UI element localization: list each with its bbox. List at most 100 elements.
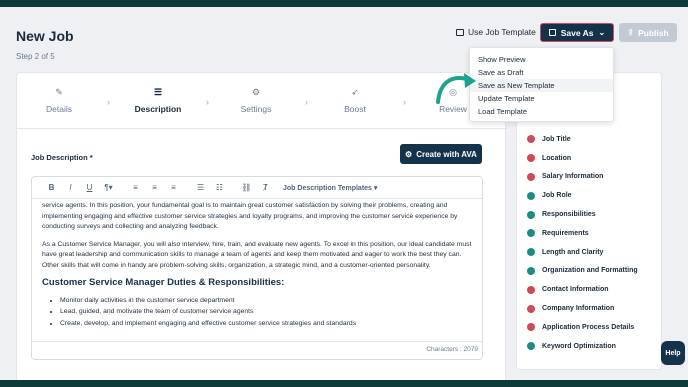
step-label-settings: Settings [240, 104, 272, 114]
status-dot [527, 266, 535, 275]
page-title: New Job [16, 28, 74, 44]
list-item: Lead, guided, and motivate the team of c… [60, 307, 476, 318]
publish-label: Publish [638, 27, 669, 38]
ai-icon: ⚙ [405, 149, 413, 159]
menu-item-load-template[interactable]: Load Template [470, 105, 613, 118]
save-as-button[interactable]: Save As ⌄ [540, 23, 614, 42]
rocket-icon: ➶ [351, 87, 359, 97]
checklist-item: Responsibilities [527, 205, 638, 224]
status-dot [527, 285, 535, 294]
bottom-bar [0, 380, 688, 387]
list-item: Create, develop, and implement engaging … [60, 319, 476, 330]
align-left-icon[interactable]: ≡ [126, 183, 145, 192]
checklist-item: Organization and Formatting [527, 262, 638, 281]
checklist-item: Location [527, 149, 638, 168]
pointer-arrow-icon [436, 73, 476, 104]
checklist-label: Application Process Details [542, 323, 635, 331]
checklist-label: Responsibilities [542, 211, 596, 219]
checklist-item: Application Process Details [527, 318, 638, 337]
step-details[interactable]: ✎ Details [19, 87, 99, 114]
status-dot [527, 248, 535, 257]
bold-icon[interactable]: B [42, 183, 61, 192]
menu-item-save-as-draft[interactable]: Save as Draft [470, 66, 613, 79]
align-right-icon[interactable]: ≡ [164, 183, 183, 192]
clear-format-icon[interactable]: Ⱦ [256, 183, 275, 192]
step-indicator: Step 2 of 5 [16, 52, 55, 61]
rich-text-editor[interactable]: B I U ¶▾ ≡ ≡ ≡ ☰ ☷ ⛓ Ⱦ Job Description T… [31, 176, 483, 360]
step-label-boost: Boost [344, 104, 366, 114]
step-boost[interactable]: ➶ Boost [315, 87, 395, 114]
checklist-label: Salary Information [542, 173, 604, 181]
menu-item-save-as-new-template[interactable]: Save as New Template [470, 79, 613, 92]
character-count: Characters : 2079 [426, 346, 478, 353]
chevron-right-icon: › [107, 97, 110, 107]
ava-label: Create with AVA [416, 149, 477, 159]
checklist-item: Requirements [527, 224, 638, 243]
checklist-label: Job Role [542, 192, 572, 200]
checklist-label: Requirements [542, 229, 589, 237]
checklist-label: Location [542, 154, 572, 162]
create-with-ava-button[interactable]: ⚙ Create with AVA [400, 144, 482, 164]
checklist-item: Job Title [527, 130, 638, 149]
section-heading: Customer Service Manager Duties & Respon… [42, 277, 285, 288]
checklist-item: Company Information [527, 299, 638, 318]
template-icon [456, 28, 464, 36]
list-icon: ☰ [153, 87, 163, 97]
bullet-list-icon[interactable]: ☰ [191, 183, 210, 192]
save-as-dropdown-menu: Show Preview Save as Draft Save as New T… [469, 47, 614, 122]
checklist-item: Contact Information [527, 280, 638, 299]
save-as-label: Save As [560, 27, 594, 38]
italic-icon[interactable]: I [61, 183, 80, 192]
use-job-template-button[interactable]: Use Job Template [456, 27, 536, 37]
job-description-label: Job Description * [31, 153, 93, 162]
editor-content[interactable]: service agents. In this position, your f… [42, 201, 476, 341]
checklist-label: Keyword Optimization [542, 342, 616, 350]
underline-icon[interactable]: U [80, 183, 99, 192]
status-dot [527, 229, 535, 238]
checklist-item: Salary Information [527, 168, 638, 187]
chevron-right-icon: › [403, 97, 406, 107]
status-dot [527, 342, 535, 351]
numbered-list-icon[interactable]: ☷ [210, 183, 229, 192]
paragraph-icon[interactable]: ¶▾ [99, 183, 118, 192]
job-description-templates-dropdown[interactable]: Job Description Templates ▾ [283, 184, 377, 192]
step-settings[interactable]: ⚙ Settings [216, 87, 296, 114]
status-dot [527, 135, 535, 144]
gear-icon: ⚙ [251, 87, 261, 97]
help-button[interactable]: Help [661, 341, 685, 365]
job-form-card: ✎ Details › ☰ Description › ⚙ Settings ›… [16, 72, 507, 387]
menu-item-show-preview[interactable]: Show Preview [470, 53, 613, 66]
publish-button[interactable]: ⇪ Publish [619, 23, 677, 42]
editor-footer: Characters : 2079 [32, 341, 482, 359]
checklist-label: Length and Clarity [542, 248, 604, 256]
editor-toolbar: B I U ¶▾ ≡ ≡ ≡ ☰ ☷ ⛓ Ⱦ Job Description T… [32, 177, 482, 199]
step-label-details: Details [46, 104, 72, 114]
chevron-down-icon: ⌄ [598, 28, 606, 37]
templates-label: Job Description Templates [283, 184, 372, 192]
status-dot [527, 304, 535, 313]
checklist-item: Keyword Optimization [527, 337, 638, 356]
checklist-label: Company Information [542, 305, 615, 313]
checklist-item: Length and Clarity [527, 243, 638, 262]
checklist-label: Contact Information [542, 286, 609, 294]
pencil-icon: ✎ [55, 87, 63, 97]
upload-icon: ⇪ [627, 28, 634, 37]
paragraph: As a Customer Service Manager, you will … [42, 240, 472, 269]
save-icon [548, 29, 556, 36]
menu-item-update-template[interactable]: Update Template [470, 92, 613, 105]
step-description[interactable]: ☰ Description [118, 87, 198, 114]
status-dot [527, 323, 535, 332]
checklist-label: Job Title [542, 135, 571, 143]
align-center-icon[interactable]: ≡ [145, 183, 164, 192]
chevron-right-icon: › [206, 97, 209, 107]
use-template-label: Use Job Template [468, 27, 536, 37]
list-item: Monitor daily activities in the customer… [60, 296, 476, 307]
duties-list: Monitor daily activities in the customer… [42, 296, 476, 330]
link-icon[interactable]: ⛓ [237, 183, 256, 192]
status-dot [527, 210, 535, 219]
status-dot [527, 191, 535, 200]
status-dot [527, 154, 535, 163]
paragraph: service agents. In this position, your f… [42, 202, 458, 230]
chevron-right-icon: › [305, 97, 308, 107]
status-dot [527, 172, 535, 181]
